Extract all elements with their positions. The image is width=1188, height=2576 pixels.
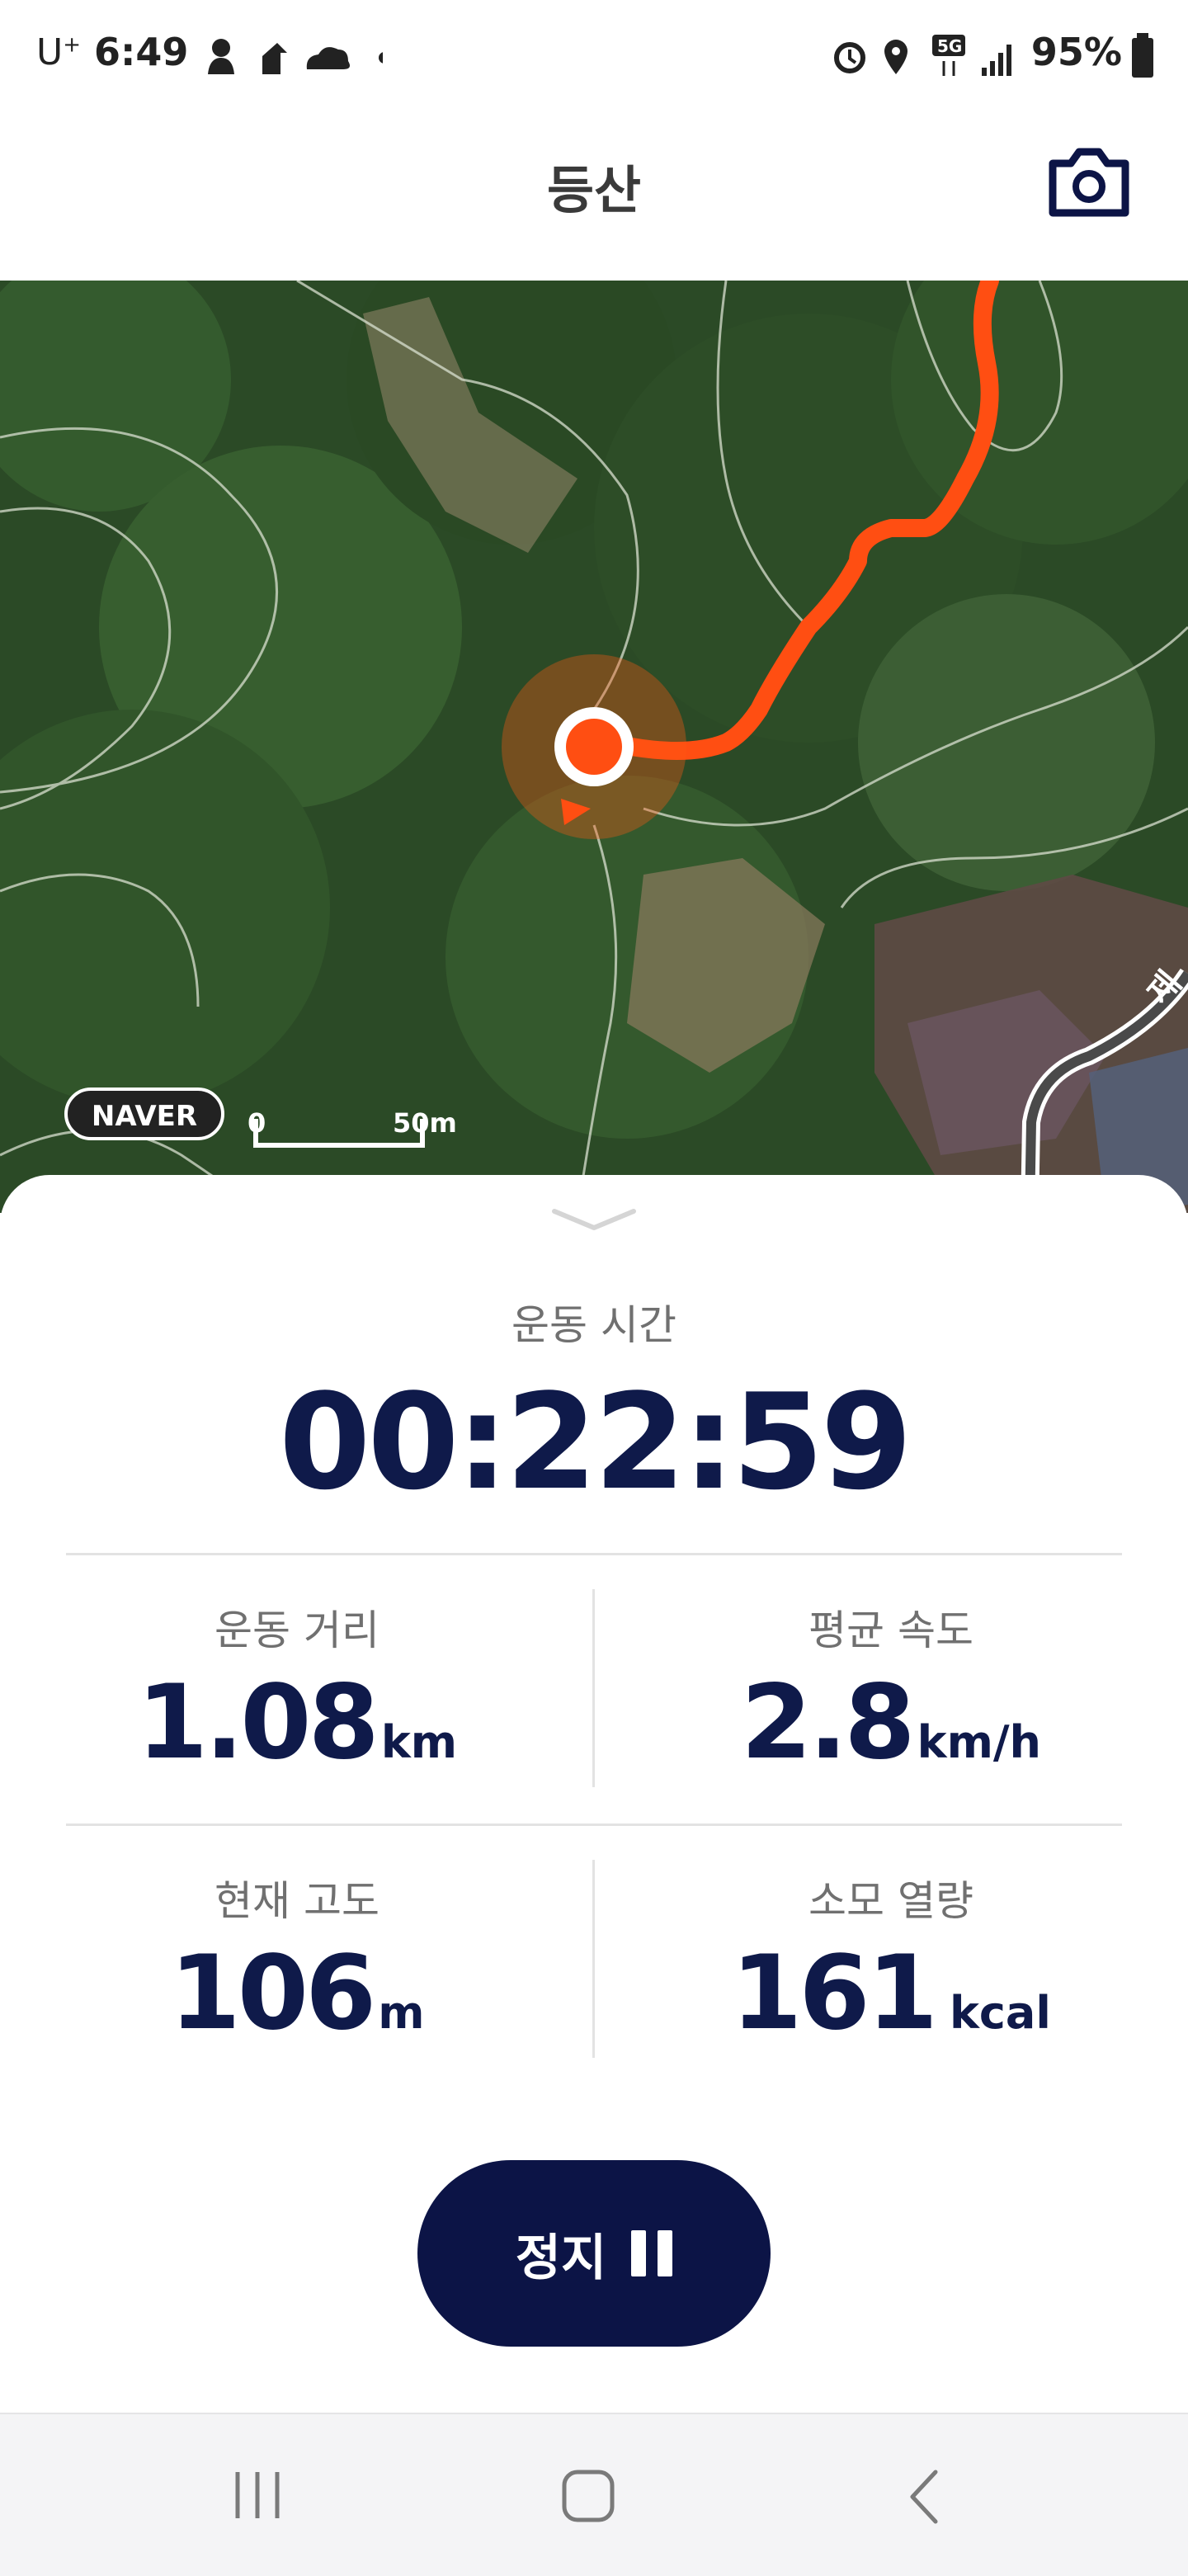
battery-percent: 95%	[1030, 30, 1122, 74]
recent-apps-icon[interactable]	[231, 2469, 284, 2522]
divider	[66, 1823, 1122, 1826]
pause-icon	[631, 2230, 673, 2276]
chevron-down-icon[interactable]	[549, 1205, 639, 1234]
map-view[interactable]: 제 NAVER 0 50m	[0, 281, 1188, 1213]
stop-button-label: 정지	[515, 2229, 607, 2287]
naver-logo-text: NAVER	[92, 1100, 197, 1133]
workout-time-value: 00:22:59	[279, 1365, 912, 1519]
status-bar: U+ 6:49 5G 95%	[0, 0, 1188, 116]
altitude-label: 현재 고도	[214, 1877, 380, 1925]
app-header: 등산	[0, 116, 1188, 281]
page-title: 등산	[546, 160, 642, 220]
home-icon[interactable]	[561, 2469, 617, 2525]
svg-text:5G: 5G	[937, 36, 962, 56]
battery-icon	[1132, 33, 1153, 78]
workout-time-label: 운동 시간	[512, 1301, 676, 1349]
camera-icon[interactable]	[1048, 145, 1130, 219]
average-speed-label: 평균 속도	[808, 1606, 974, 1654]
average-speed-value: 2.8 km/h	[740, 1663, 1042, 1782]
divider	[66, 1553, 1122, 1555]
system-status-icons: 5G	[834, 35, 1011, 76]
scale-end: 50m	[393, 1107, 457, 1139]
stop-button[interactable]: 정지	[417, 2160, 771, 2347]
satellite-map: 제 NAVER 0 50m	[0, 281, 1188, 1213]
distance-value: 1.08 km	[136, 1663, 458, 1782]
carrier-label: U+	[36, 31, 82, 73]
distance-label: 운동 거리	[214, 1606, 380, 1654]
calories-label: 소모 열량	[808, 1877, 974, 1925]
back-icon[interactable]	[904, 2469, 945, 2525]
clock: 6:49	[94, 30, 189, 74]
system-navigation-bar	[0, 2413, 1188, 2576]
divider	[592, 1589, 595, 1787]
calories-value: 161 kcal	[731, 1934, 1051, 2053]
divider	[592, 1860, 595, 2058]
altitude-value: 106 m	[169, 1934, 425, 2053]
scale-start: 0	[248, 1107, 266, 1139]
notification-icons	[208, 39, 383, 74]
